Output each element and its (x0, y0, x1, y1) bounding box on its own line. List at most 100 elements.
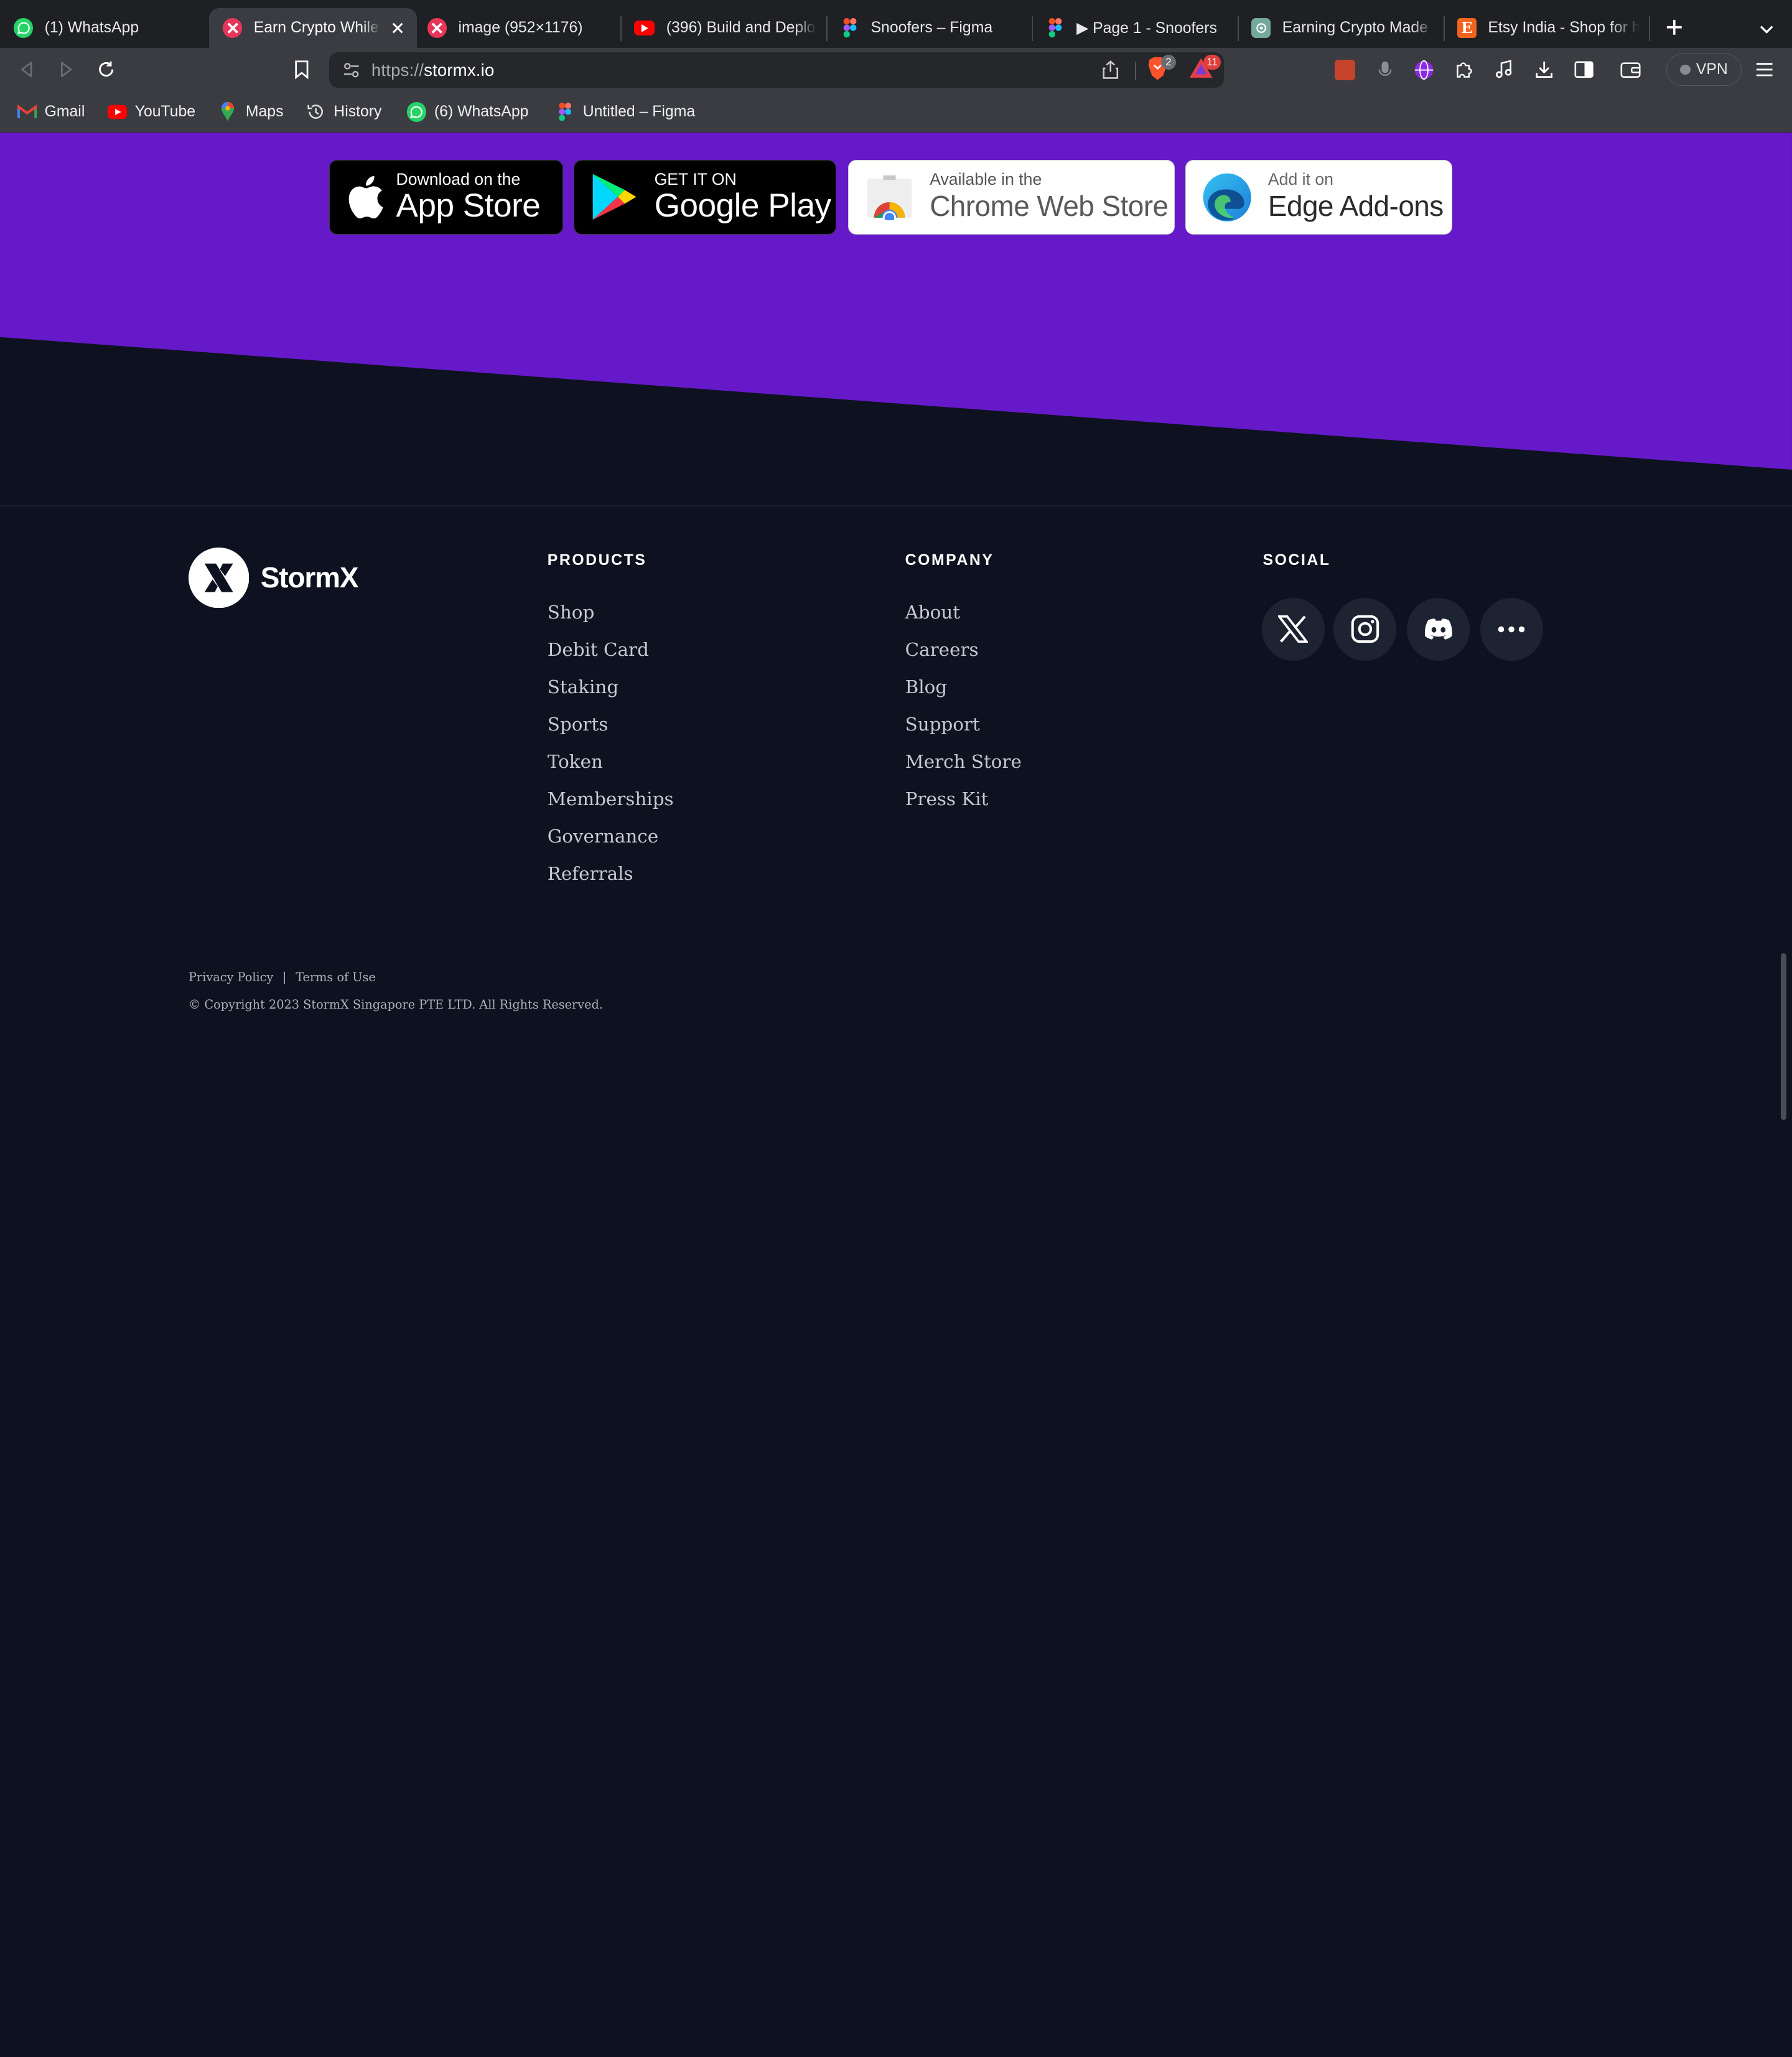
close-icon[interactable] (388, 17, 408, 38)
google-play-icon (592, 174, 637, 220)
omnibox-divider (1134, 62, 1136, 80)
tab-stormx-active[interactable]: Earn Crypto While Shopping (209, 7, 418, 49)
footer-divider (0, 505, 1792, 506)
footer-link-sports[interactable]: Sports (548, 709, 674, 746)
media-button[interactable] (1490, 56, 1518, 83)
stormx-logo[interactable]: StormX (189, 547, 359, 609)
tab-figma-page[interactable]: ▶ Page 1 - Snoofers (1032, 8, 1238, 48)
bookmark-youtube[interactable]: YouTube (107, 101, 196, 124)
tab-figma-snoofers[interactable]: Snoofers – Figma (826, 8, 1032, 48)
tab-title: Earning Crypto Made Simple (1282, 19, 1434, 36)
more-icon (1498, 626, 1525, 632)
bookmarks-bar: Gmail YouTube Maps History (6) WhatsApp (0, 91, 1792, 133)
sidebar-toggle-button[interactable] (1570, 56, 1598, 83)
back-button[interactable] (12, 56, 40, 83)
url-scheme: https:// (371, 60, 424, 80)
extension-globe-button[interactable] (1410, 56, 1437, 83)
bookmark-label: YouTube (134, 103, 196, 120)
tab-etsy[interactable]: E Etsy India - Shop for handmade (1444, 8, 1650, 48)
google-play-button[interactable]: GET IT ON Google Play (574, 160, 837, 235)
tab-whatsapp[interactable]: (1) WhatsApp (0, 8, 209, 48)
downloads-button[interactable] (1530, 56, 1557, 83)
site-settings-icon[interactable] (343, 62, 360, 79)
youtube-icon (634, 21, 655, 35)
chrome-web-store-button[interactable]: Available in the Chrome Web Store (847, 160, 1175, 235)
tab-separator (1649, 16, 1651, 42)
bookmark-figma[interactable]: Untitled – Figma (556, 101, 695, 124)
extension-hootsuite-button[interactable] (1332, 56, 1359, 83)
footer-link-about[interactable]: About (905, 597, 1022, 634)
tab-title: (396) Build and Deploy (666, 19, 818, 36)
chrome-web-store-big-text: Chrome Web Store (930, 190, 1169, 223)
bookmark-gmail[interactable]: Gmail (17, 101, 85, 124)
stormx-logo-icon (189, 547, 250, 609)
main-menu-button[interactable] (1751, 56, 1778, 83)
brand-name: StormX (260, 561, 359, 594)
google-play-text: GET IT ON Google Play (655, 170, 832, 224)
footer-link-debit-card[interactable]: Debit Card (548, 634, 674, 671)
footer-link-merch-store[interactable]: Merch Store (905, 746, 1022, 783)
figma-icon (556, 102, 575, 121)
wallet-icon (1620, 62, 1641, 78)
app-store-big-text: App Store (396, 187, 541, 225)
vpn-button[interactable]: VPN (1666, 54, 1742, 86)
footer-link-support[interactable]: Support (905, 709, 1022, 746)
brave-rewards-button[interactable]: 11 (1188, 55, 1221, 83)
chrome-web-store-icon (867, 175, 912, 220)
bookmark-history[interactable]: History (306, 101, 381, 124)
address-bar[interactable]: https://stormx.io 2 11 (329, 52, 1225, 88)
music-note-icon (1496, 60, 1512, 78)
share-icon[interactable] (1102, 60, 1119, 80)
brave-shields-button[interactable]: 2 (1146, 55, 1178, 83)
bookmark-maps[interactable]: Maps (218, 101, 283, 124)
wallet-button[interactable] (1617, 56, 1645, 83)
instagram-social-button[interactable] (1333, 597, 1397, 661)
browser-window: (1) WhatsApp Earn Crypto While Shopping … (0, 0, 1792, 1120)
x-icon (1278, 615, 1309, 643)
footer-link-governance[interactable]: Governance (548, 821, 674, 858)
tab-title: ▶ Page 1 - Snoofers (1076, 19, 1217, 37)
footer-link-referrals[interactable]: Referrals (548, 858, 674, 895)
hamburger-menu-icon (1756, 63, 1773, 77)
footer-link-shop[interactable]: Shop (548, 597, 674, 634)
globe-icon (1414, 60, 1434, 80)
extension-mic-button[interactable] (1371, 56, 1399, 83)
edge-small-text: Add it on (1267, 169, 1333, 189)
url-text[interactable]: https://stormx.io (371, 60, 495, 80)
new-tab-button[interactable] (1659, 12, 1689, 42)
footer-link-press-kit[interactable]: Press Kit (905, 783, 1022, 821)
whatsapp-icon (14, 18, 34, 38)
privacy-policy-link[interactable]: Privacy Policy (189, 970, 273, 984)
legal-links: Privacy Policy | Terms of Use (189, 970, 376, 984)
more-social-button[interactable] (1480, 597, 1543, 661)
tab-chatgpt[interactable]: Earning Crypto Made Simple (1238, 8, 1444, 48)
maps-icon (218, 102, 238, 121)
footer-link-staking[interactable]: Staking (548, 671, 674, 709)
gmail-icon (17, 102, 37, 121)
forward-button[interactable] (52, 56, 80, 83)
back-arrow-icon (21, 62, 32, 78)
discord-social-button[interactable] (1406, 597, 1470, 661)
app-store-small-text: Download on the (396, 169, 521, 189)
scrollbar-thumb[interactable] (1780, 953, 1786, 1120)
chatgpt-icon (1251, 18, 1271, 38)
footer-link-memberships[interactable]: Memberships (548, 783, 674, 821)
footer-link-careers[interactable]: Careers (905, 634, 1022, 671)
footer-link-token[interactable]: Token (548, 746, 674, 783)
footer-link-blog[interactable]: Blog (905, 671, 1022, 709)
terms-of-use-link[interactable]: Terms of Use (296, 970, 376, 984)
bookmark-whatsapp[interactable]: (6) WhatsApp (406, 101, 528, 124)
tab-search-button[interactable] (1754, 16, 1779, 41)
reload-button[interactable] (93, 56, 120, 83)
x-social-button[interactable] (1261, 597, 1325, 661)
social-heading: SOCIAL (1262, 552, 1331, 569)
edge-add-ons-button[interactable]: Add it on Edge Add-ons (1185, 160, 1453, 235)
app-store-button[interactable]: Download on the App Store (329, 160, 564, 235)
tab-youtube[interactable]: (396) Build and Deploy (620, 8, 826, 48)
tab-title: (1) WhatsApp (44, 19, 139, 36)
copyright-text: © Copyright 2023 StormX Singapore PTE LT… (189, 997, 603, 1012)
extensions-button[interactable] (1450, 56, 1478, 83)
bookmark-button[interactable] (288, 56, 315, 83)
figma-icon (1046, 18, 1065, 38)
tab-image[interactable]: image (952×1176) (414, 8, 620, 48)
